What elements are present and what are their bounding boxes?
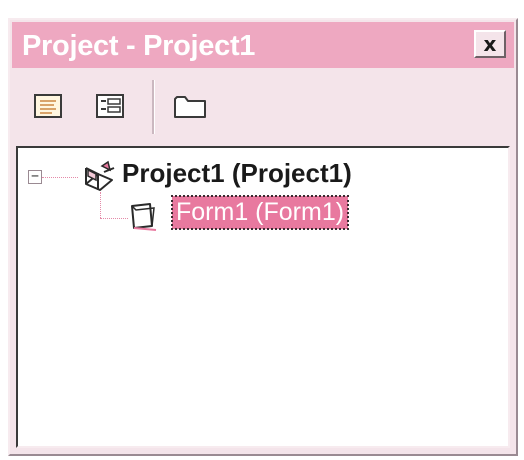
toggle-folders-icon bbox=[174, 96, 206, 118]
view-code-icon bbox=[34, 94, 62, 118]
window-title: Project - Project1 bbox=[22, 30, 256, 62]
tree-item-project1[interactable]: Project1 (Project1) bbox=[122, 158, 352, 189]
view-object-icon bbox=[96, 94, 124, 118]
toggle-folders-button[interactable] bbox=[170, 86, 210, 126]
tree-connector bbox=[42, 177, 78, 178]
view-object-button[interactable] bbox=[90, 86, 130, 126]
project-explorer-window: Project - Project1 x − Project1 (Project… bbox=[8, 18, 518, 456]
view-code-button[interactable] bbox=[28, 86, 68, 126]
tree-connector bbox=[100, 218, 128, 219]
toolbar-separator bbox=[152, 80, 155, 134]
project-tree: − Project1 (Project1) Form1 (Form1) bbox=[16, 146, 510, 448]
toolbar bbox=[12, 72, 514, 140]
tree-item-form1[interactable]: Form1 (Form1) bbox=[170, 195, 350, 230]
collapse-toggle[interactable]: − bbox=[28, 170, 42, 184]
project-icon[interactable] bbox=[80, 160, 118, 194]
close-icon: x bbox=[483, 32, 497, 56]
tree-connector bbox=[100, 192, 101, 218]
title-bar[interactable]: Project - Project1 x bbox=[12, 22, 514, 68]
form-icon[interactable] bbox=[128, 200, 162, 232]
close-button[interactable]: x bbox=[474, 30, 506, 58]
